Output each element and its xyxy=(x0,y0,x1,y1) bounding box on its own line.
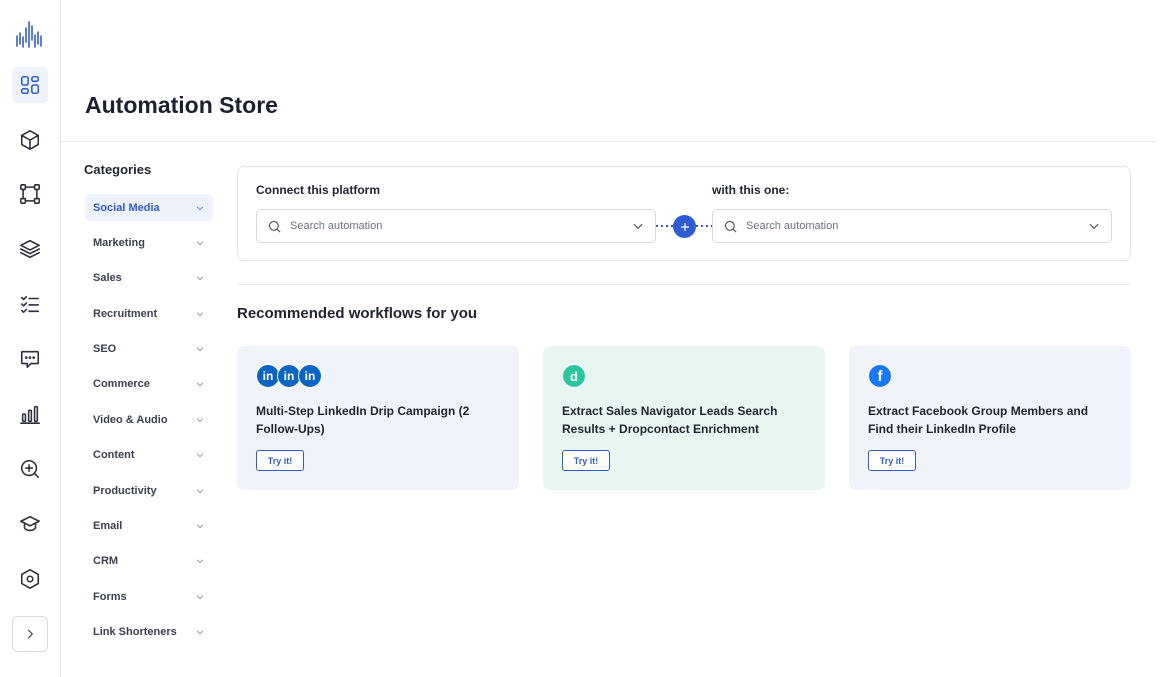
category-item[interactable]: Link Shorteners xyxy=(85,619,213,646)
try-it-button[interactable]: Try it! xyxy=(256,450,304,471)
category-label: Commerce xyxy=(93,378,150,391)
category-item[interactable]: Video & Audio xyxy=(85,406,213,433)
app-logo-icon[interactable] xyxy=(14,20,46,48)
chevron-down-icon xyxy=(196,453,204,458)
recommended-title: Recommended workflows for you xyxy=(237,305,478,322)
chevron-down-icon xyxy=(196,559,204,564)
card-title: Multi-Step LinkedIn Drip Campaign (2 Fol… xyxy=(256,404,470,436)
category-label: CRM xyxy=(93,555,119,568)
category-label: Content xyxy=(93,449,135,462)
card-logos: f xyxy=(868,364,1112,388)
section-divider xyxy=(237,284,1131,285)
card-logos: in in in xyxy=(256,364,500,388)
card-logos: d xyxy=(562,364,806,388)
category-label: Forms xyxy=(93,590,127,603)
nav-tasks[interactable] xyxy=(12,286,48,322)
category-label: SEO xyxy=(93,343,117,356)
category-item[interactable]: SEO xyxy=(85,336,213,363)
category-label: Productivity xyxy=(93,484,157,497)
left-platform-select[interactable]: Search automation xyxy=(256,209,656,243)
left-nav-rail xyxy=(0,0,61,677)
chevron-down-icon xyxy=(196,418,204,422)
chevron-down-icon xyxy=(196,382,204,387)
chevron-down-icon xyxy=(196,206,204,210)
chevron-down-icon xyxy=(196,489,204,493)
hexagon-settings-icon xyxy=(20,569,40,589)
category-label: Recruitment xyxy=(93,307,158,320)
chevron-right-icon xyxy=(27,629,34,639)
zoom-in-icon xyxy=(20,459,40,479)
nav-messages[interactable] xyxy=(12,341,48,377)
header-divider xyxy=(61,141,1156,142)
category-label: Link Shorteners xyxy=(93,626,177,639)
left-platform-placeholder: Search automation xyxy=(290,220,383,232)
right-platform-placeholder: Search automation xyxy=(746,220,839,232)
nav-explore[interactable] xyxy=(12,451,48,487)
category-item[interactable]: Forms xyxy=(85,583,213,610)
right-platform-select[interactable]: Search automation xyxy=(712,209,1112,243)
vector-icon xyxy=(20,184,40,204)
chevron-down-icon xyxy=(196,347,204,352)
category-label: Social Media xyxy=(93,201,160,214)
workflow-card[interactable]: in in in Multi-Step LinkedIn Drip Campai… xyxy=(237,346,519,490)
categories-heading: Categories xyxy=(84,162,152,177)
category-label: Sales xyxy=(93,272,122,285)
category-item[interactable]: CRM xyxy=(85,548,213,575)
connect-plus-button[interactable] xyxy=(673,215,696,238)
category-label: Email xyxy=(93,520,123,533)
category-label: Video & Audio xyxy=(93,413,168,426)
category-item[interactable]: Content xyxy=(85,442,213,469)
try-it-button[interactable]: Try it! xyxy=(562,450,610,471)
nav-layers[interactable] xyxy=(12,231,48,267)
card-title: Extract Sales Navigator Leads Search Res… xyxy=(562,404,778,436)
nav-automations[interactable] xyxy=(12,122,48,158)
search-icon xyxy=(269,220,281,232)
linkedin-icon: in xyxy=(298,364,322,388)
category-item[interactable]: Productivity xyxy=(85,477,213,504)
expand-sidebar-button[interactable] xyxy=(12,616,48,652)
category-label: Marketing xyxy=(93,236,145,249)
facebook-icon: f xyxy=(868,364,892,388)
chat-icon xyxy=(20,350,40,369)
category-item[interactable]: Social Media xyxy=(85,194,213,221)
plus-icon xyxy=(680,222,689,231)
cube-icon xyxy=(20,130,40,150)
category-item[interactable]: Commerce xyxy=(85,371,213,398)
category-item[interactable]: Sales xyxy=(85,265,213,292)
workflow-card[interactable]: f Extract Facebook Group Members and Fin… xyxy=(849,346,1131,490)
connect-right-label: with this one: xyxy=(712,183,790,197)
chevron-down-icon xyxy=(196,241,204,246)
chevron-down-icon xyxy=(196,595,204,599)
nav-dashboard[interactable] xyxy=(12,67,48,103)
category-item[interactable]: Marketing xyxy=(85,229,213,256)
chevron-down-icon xyxy=(196,630,204,635)
dropcontact-icon: d xyxy=(562,364,586,388)
graduation-cap-icon xyxy=(20,515,40,532)
category-item[interactable]: Email xyxy=(85,513,213,540)
connect-platforms-panel: Connect this platform with this one: Sea… xyxy=(237,166,1131,261)
chevron-down-icon xyxy=(196,276,204,281)
dashboard-icon xyxy=(20,75,40,95)
workflow-card[interactable]: d Extract Sales Navigator Leads Search R… xyxy=(543,346,825,490)
nav-workflows[interactable] xyxy=(12,176,48,212)
nav-analytics[interactable] xyxy=(12,396,48,432)
try-it-button[interactable]: Try it! xyxy=(868,450,916,471)
search-icon xyxy=(725,220,737,232)
nav-settings[interactable] xyxy=(12,561,48,597)
page-title: Automation Store xyxy=(85,92,278,118)
chevron-down-icon xyxy=(196,312,204,316)
layers-icon xyxy=(20,239,40,259)
chevron-down-icon xyxy=(196,524,204,529)
bar-chart-icon xyxy=(20,405,40,424)
nav-academy[interactable] xyxy=(12,506,48,542)
chevron-down-icon xyxy=(633,223,643,230)
checklist-icon xyxy=(20,295,40,314)
category-item[interactable]: Recruitment xyxy=(85,300,213,327)
connect-left-label: Connect this platform xyxy=(256,183,381,197)
categories-list: Social Media Marketing Sales Recruitment SEO… xyxy=(85,194,213,654)
chevron-down-icon xyxy=(1089,223,1099,230)
card-title: Extract Facebook Group Members and Find … xyxy=(868,404,1089,436)
